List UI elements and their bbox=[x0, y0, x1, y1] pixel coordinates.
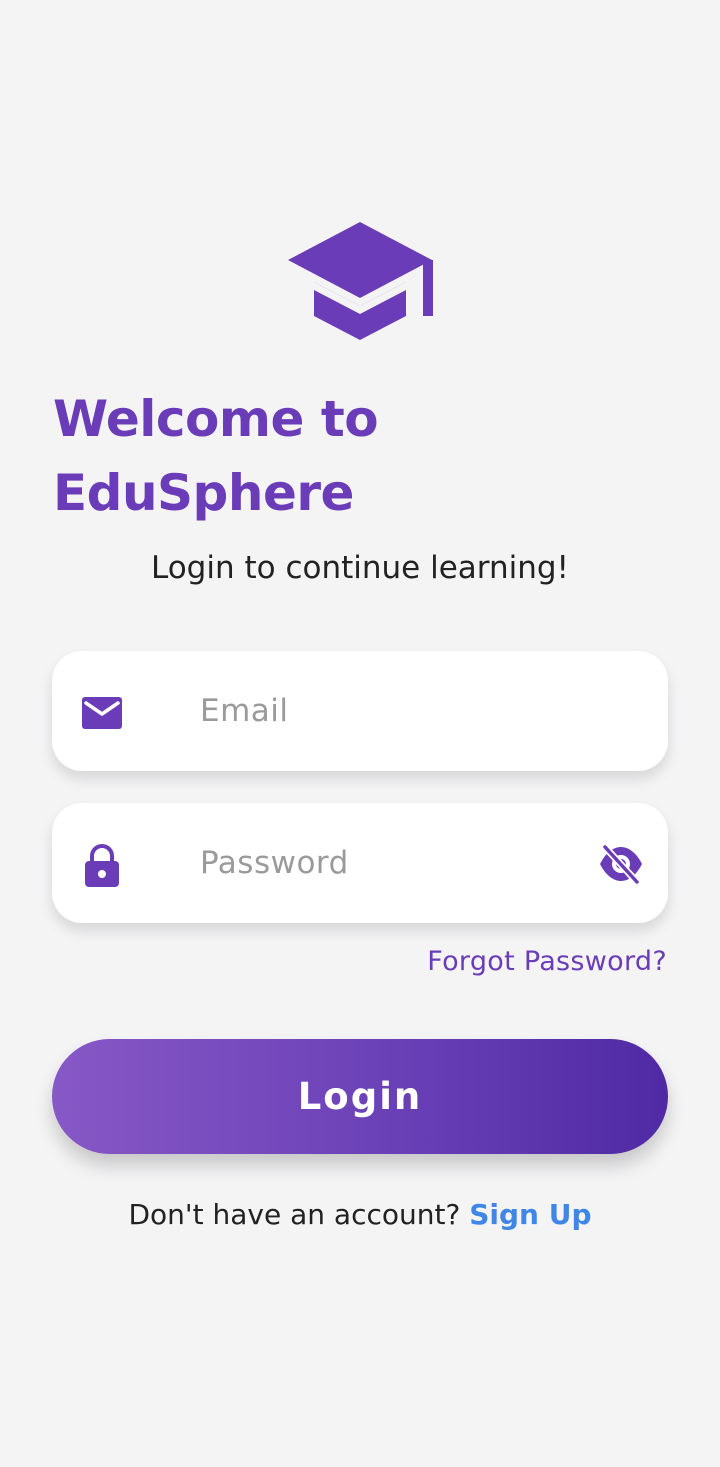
email-field-container bbox=[52, 651, 668, 771]
signup-link[interactable]: Sign Up bbox=[469, 1198, 591, 1231]
signup-prompt-text: Don't have an account? bbox=[128, 1198, 461, 1231]
email-input[interactable] bbox=[200, 651, 610, 771]
envelope-icon bbox=[82, 697, 122, 729]
signup-prompt: Don't have an account? Sign Up bbox=[0, 1194, 720, 1236]
page-subtitle: Login to continue learning! bbox=[150, 550, 569, 586]
title-line-2: EduSphere bbox=[53, 464, 354, 522]
forgot-password-link[interactable]: Forgot Password? bbox=[427, 942, 667, 982]
eye-off-icon[interactable] bbox=[598, 843, 644, 885]
graduation-cap-icon bbox=[288, 222, 433, 340]
title-line-1: Welcome to bbox=[53, 390, 379, 448]
password-input[interactable] bbox=[200, 803, 610, 923]
password-field-container bbox=[52, 803, 668, 923]
lock-icon bbox=[85, 844, 119, 887]
login-screen: Welcome to EduSphere Login to continue l… bbox=[0, 0, 720, 1467]
page-title: Welcome to EduSphere bbox=[53, 382, 673, 530]
login-button[interactable]: Login bbox=[52, 1039, 668, 1154]
